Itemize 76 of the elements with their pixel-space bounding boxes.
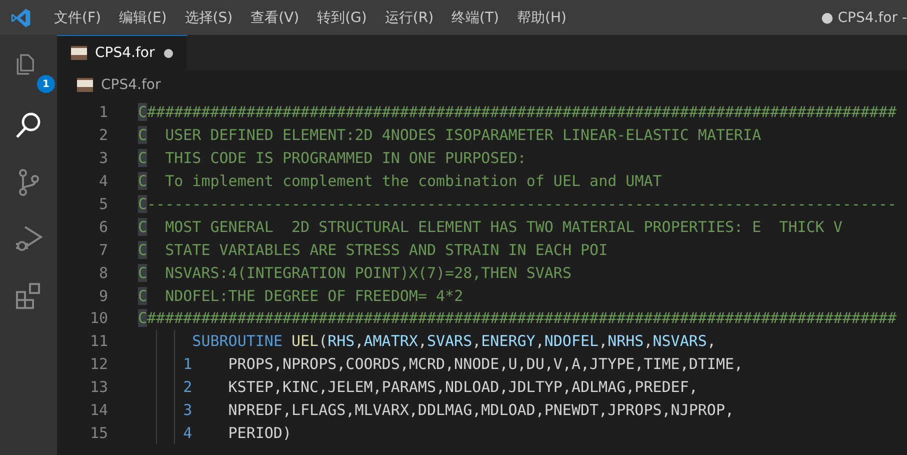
code-text: , — [644, 332, 653, 350]
comment-marker: C — [138, 195, 148, 213]
continuation-number: 4 — [183, 424, 192, 442]
line-number: 11 — [88, 332, 108, 350]
code-text: , — [472, 332, 482, 350]
code-comment: ################################################################################### — [147, 309, 897, 328]
code-text: , — [354, 332, 364, 350]
menu-item[interactable]: 选择(S) — [176, 8, 241, 26]
code-comment: STATE VARIABLES ARE STRESS AND STRAIN IN EACH POI — [164, 240, 608, 259]
comment-marker: C — [138, 309, 148, 328]
code-comment: THIS CODE IS PROGRAMMED IN ONE PURPOSED: — [164, 149, 526, 168]
comment-marker: C — [138, 240, 148, 259]
code-text: , — [535, 332, 544, 350]
code-variable: NDOFEL — [544, 332, 599, 350]
comment-marker: C — [138, 286, 148, 305]
comment-marker: C — [138, 264, 148, 282]
code-text: KSTEP,KINC,JELEM,PARAMS,NDLOAD,JDLTYP,ADLMAG,PREDEF, — [228, 378, 698, 396]
code-variable: NSVARS — [652, 332, 707, 350]
code-variable: NRHS — [608, 332, 644, 350]
line-number: 15 — [88, 424, 108, 442]
continuation-number: 3 — [183, 401, 192, 420]
line-number: 9 — [98, 286, 108, 305]
line-number: 4 — [98, 172, 108, 190]
code-text: , — [598, 332, 608, 350]
line-number: 2 — [98, 126, 108, 144]
code-comment: NSVARS:4(INTEGRATION POINT)X(7)=28,THEN SVARS — [164, 264, 572, 282]
code-text: PERIOD) — [228, 424, 292, 442]
app-logo-icon — [10, 6, 32, 28]
code-variable: RHS — [328, 332, 355, 350]
code-variable: ENERGY — [481, 332, 536, 350]
continuation-number: 2 — [183, 378, 192, 396]
menu-item[interactable]: 转到(G) — [309, 8, 375, 26]
line-number: 3 — [98, 149, 108, 168]
code-text: ( — [318, 332, 328, 350]
comment-marker: C — [138, 103, 148, 122]
line-number: 6 — [98, 218, 108, 236]
menu-item[interactable]: 终端(T) — [444, 8, 508, 26]
line-number: 5 — [98, 195, 108, 213]
code-comment: MOST GENERAL 2D STRUCTURAL ELEMENT HAS TWO MATERIAL PROPERTIES: E THICK V — [164, 218, 842, 236]
fortran-file-icon — [71, 46, 87, 60]
code-function: UEL — [292, 332, 319, 350]
code-text: PROPS,NPROPS,COORDS,MCRD,NNODE,U,DU,V,A,JTYPE,TIME,DTIME, — [228, 355, 744, 374]
notification-badge: 1 — [37, 75, 55, 93]
comment-marker: C — [138, 218, 148, 236]
comment-marker: C — [138, 149, 148, 168]
code-comment: USER DEFINED ELEMENT:2D 4NODES ISOPARAMETER LINEAR-ELASTIC MATERIA — [164, 126, 762, 144]
menu-item[interactable]: 帮助(H) — [509, 8, 574, 26]
line-number: 7 — [98, 240, 108, 259]
menu-item[interactable]: 文件(F) — [46, 8, 109, 26]
menu-item[interactable]: 运行(R) — [376, 8, 442, 26]
code-variable: AMATRX — [364, 332, 418, 350]
continuation-number: 1 — [183, 355, 192, 374]
line-number: 8 — [98, 264, 108, 282]
code-comment: ################################################################################### — [147, 103, 897, 122]
editor-tab[interactable]: CPS4.for — [57, 35, 187, 70]
code-text: , — [706, 332, 716, 350]
code-comment: NDOFEL:THE DEGREE OF FREEDOM= 4*2 — [164, 286, 464, 305]
window-title: ● CPS4.for - — [821, 10, 907, 26]
code-variable: SVARS — [426, 332, 472, 350]
code-keyword: SUBROUTINE — [192, 332, 282, 350]
line-number: 14 — [88, 401, 108, 420]
unsaved-dot — [164, 48, 173, 58]
line-number: 13 — [88, 378, 108, 396]
code-text: , — [418, 332, 427, 350]
fortran-file-icon — [77, 78, 93, 92]
menu-item[interactable]: 查看(V) — [242, 8, 308, 26]
code-comment: To implement complement the combination of UEL and UMAT — [164, 172, 662, 190]
comment-marker: C — [138, 126, 148, 144]
line-number: 10 — [88, 309, 108, 328]
breadcrumb-item[interactable]: CPS4.for — [101, 77, 161, 93]
line-number: 1 — [98, 103, 108, 122]
code-comment: ----------------------------------------------------------------------------------- — [147, 195, 897, 213]
comment-marker: C — [138, 172, 148, 190]
line-number: 12 — [88, 355, 108, 374]
menu-item[interactable]: 编辑(E) — [110, 8, 175, 26]
code-text: NPREDF,LFLAGS,MLVARX,DDLMAG,MDLOAD,PNEWDT,JPROPS,NJPROP, — [228, 401, 734, 420]
